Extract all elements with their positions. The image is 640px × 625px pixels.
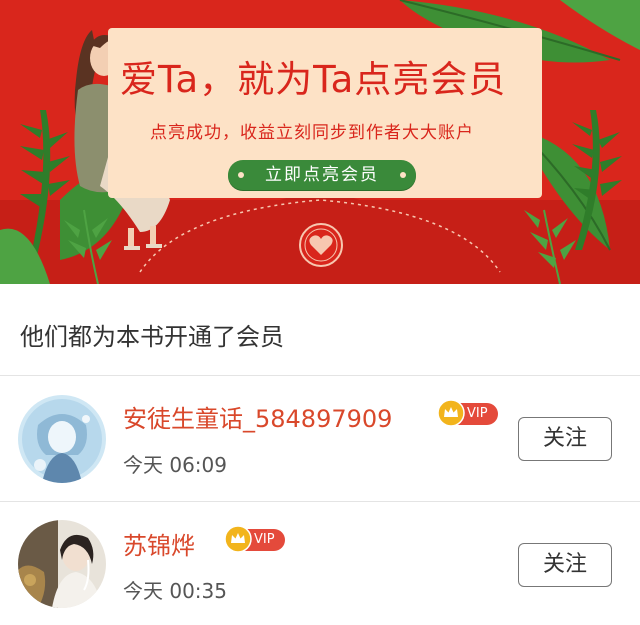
follow-button[interactable]: 关注	[518, 543, 612, 587]
vip-promo-banner[interactable]: 爱Ta，就为Ta点亮会员 点亮成功，收益立刻同步到作者大大账户 立即点亮会员	[0, 0, 640, 284]
member-time: 今天 06:09	[123, 453, 227, 477]
member-name[interactable]: 安徒生童话_584897909	[123, 403, 392, 435]
banner-subtitle: 点亮成功，收益立刻同步到作者大大账户	[150, 123, 474, 143]
vip-badge: VIP	[224, 525, 285, 553]
member-time: 今天 00:35	[123, 579, 227, 603]
member-row: 安徒生童话_584897909 VIP 今天 06:09 关注	[0, 376, 640, 502]
activate-vip-button[interactable]: 立即点亮会员	[228, 160, 416, 190]
crown-icon	[224, 525, 252, 553]
heart-seal-icon	[299, 223, 343, 267]
follow-button[interactable]: 关注	[518, 417, 612, 461]
vip-badge-label: VIP	[467, 406, 488, 421]
member-row: 苏锦烨 VIP 今天 00:35 关注	[0, 502, 640, 625]
section-title: 他们都为本书开通了会员	[20, 323, 284, 351]
vip-badge: VIP	[437, 399, 498, 427]
avatar[interactable]	[18, 520, 106, 608]
member-name[interactable]: 苏锦烨	[123, 530, 195, 562]
crown-icon	[437, 399, 465, 427]
banner-title: 爱Ta，就为Ta点亮会员	[120, 58, 507, 101]
vip-badge-label: VIP	[254, 532, 275, 547]
avatar[interactable]	[18, 395, 106, 483]
